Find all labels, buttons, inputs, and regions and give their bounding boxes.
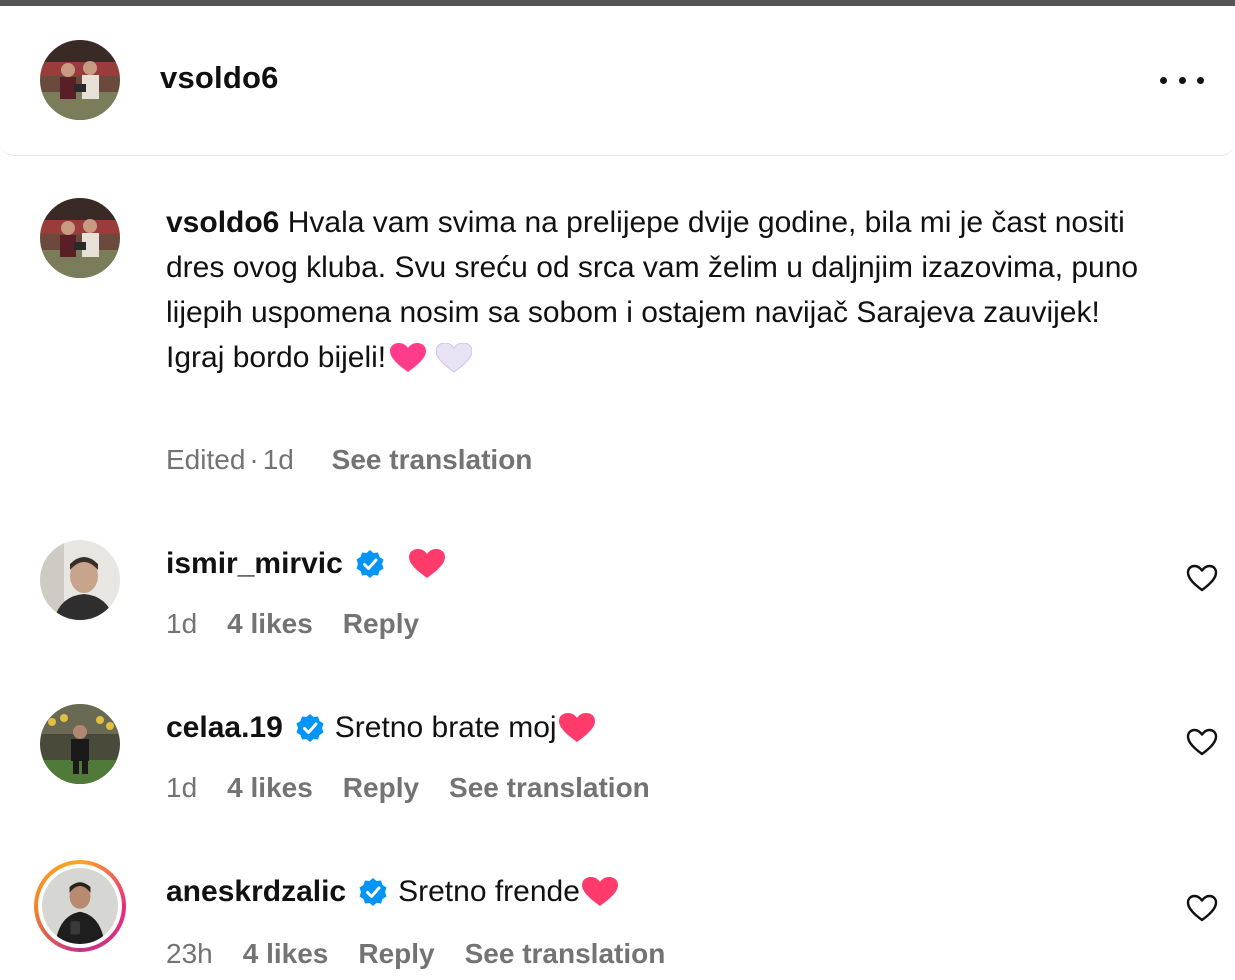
caption-body: Hvala vam svima na prelijepe dvije godin… (166, 206, 1139, 329)
avatar-photo (40, 198, 120, 278)
comment-line: celaa.19 Sretno brate moj (166, 708, 595, 748)
red-heart-emoji-icon (408, 549, 445, 578)
like-heart-icon[interactable] (1186, 894, 1218, 922)
comment-line: ismir_mirvic (166, 544, 445, 584)
comment-text: Sretno frende (398, 875, 580, 908)
caption-text-block: vsoldo6 Hvala vam svima na prelijepe dvi… (166, 200, 1146, 380)
red-heart-emoji-icon (581, 877, 618, 906)
reply-button[interactable]: Reply (358, 938, 434, 969)
comment-likes[interactable]: 4 likes (227, 608, 313, 639)
avatar-photo (42, 868, 118, 944)
comment-time: 1d (166, 772, 198, 803)
see-translation-link[interactable]: See translation (332, 444, 533, 475)
verified-badge-icon (359, 878, 387, 906)
post-author-username[interactable]: vsoldo6 (160, 60, 279, 96)
caption-username[interactable]: vsoldo6 (166, 206, 279, 239)
commenter-username[interactable]: ismir_mirvic (166, 547, 343, 581)
comment-time: 1d (166, 608, 198, 639)
caption-author-avatar[interactable] (40, 198, 120, 278)
reply-button[interactable]: Reply (343, 772, 419, 803)
post-author-avatar[interactable] (40, 40, 120, 120)
comment-meta: 1d 4 likes Reply (166, 608, 449, 640)
reply-button[interactable]: Reply (343, 608, 419, 639)
commenter-username[interactable]: celaa.19 (166, 711, 283, 745)
dot (1197, 76, 1204, 84)
white-heart-emoji-icon (436, 343, 473, 373)
avatar-photo (40, 704, 120, 784)
separator: · (249, 444, 259, 475)
verified-badge-icon (296, 714, 324, 742)
caption-time: 1d (262, 444, 294, 475)
pink-heart-emoji-icon (390, 343, 427, 372)
comment-meta: 1d 4 likes Reply See translation (166, 772, 680, 804)
commenter-avatar[interactable] (40, 704, 120, 784)
comment-time: 23h (166, 938, 213, 969)
comment-item: celaa.19 Sretno brate moj 1d 4 likes Reply… (0, 704, 1235, 824)
comment-item: ismir_mirvic 1d 4 likes Reply (0, 540, 1235, 660)
avatar-photo (40, 40, 120, 120)
like-heart-icon[interactable] (1186, 564, 1218, 592)
avatar-photo (40, 540, 120, 620)
comment-meta: 23h 4 likes Reply See translation (166, 938, 695, 970)
comment-line: aneskrdzalic Sretno frende (166, 872, 618, 912)
see-translation-link[interactable]: See translation (465, 938, 666, 969)
caption-body-line2: Igraj bordo bijeli! (166, 341, 387, 374)
post-header: vsoldo6 (0, 6, 1235, 156)
caption-meta: Edited · 1d See translation (166, 444, 532, 476)
verified-badge-icon (356, 550, 384, 578)
comment-likes[interactable]: 4 likes (227, 772, 313, 803)
red-heart-emoji-icon (558, 713, 595, 742)
commenter-avatar[interactable] (42, 868, 118, 944)
commenter-username[interactable]: aneskrdzalic (166, 875, 346, 909)
see-translation-link[interactable]: See translation (449, 772, 650, 803)
like-heart-icon[interactable] (1186, 728, 1218, 756)
edited-label: Edited (166, 444, 246, 475)
more-options-icon[interactable] (1160, 68, 1204, 92)
comment-item: aneskrdzalic Sretno frende 23h 4 likes Rep… (0, 860, 1235, 980)
comment-text: Sretno brate moj (334, 711, 557, 744)
commenter-avatar[interactable] (40, 540, 120, 620)
comment-likes[interactable]: 4 likes (243, 938, 329, 969)
dot (1178, 76, 1186, 84)
dot (1160, 76, 1167, 84)
